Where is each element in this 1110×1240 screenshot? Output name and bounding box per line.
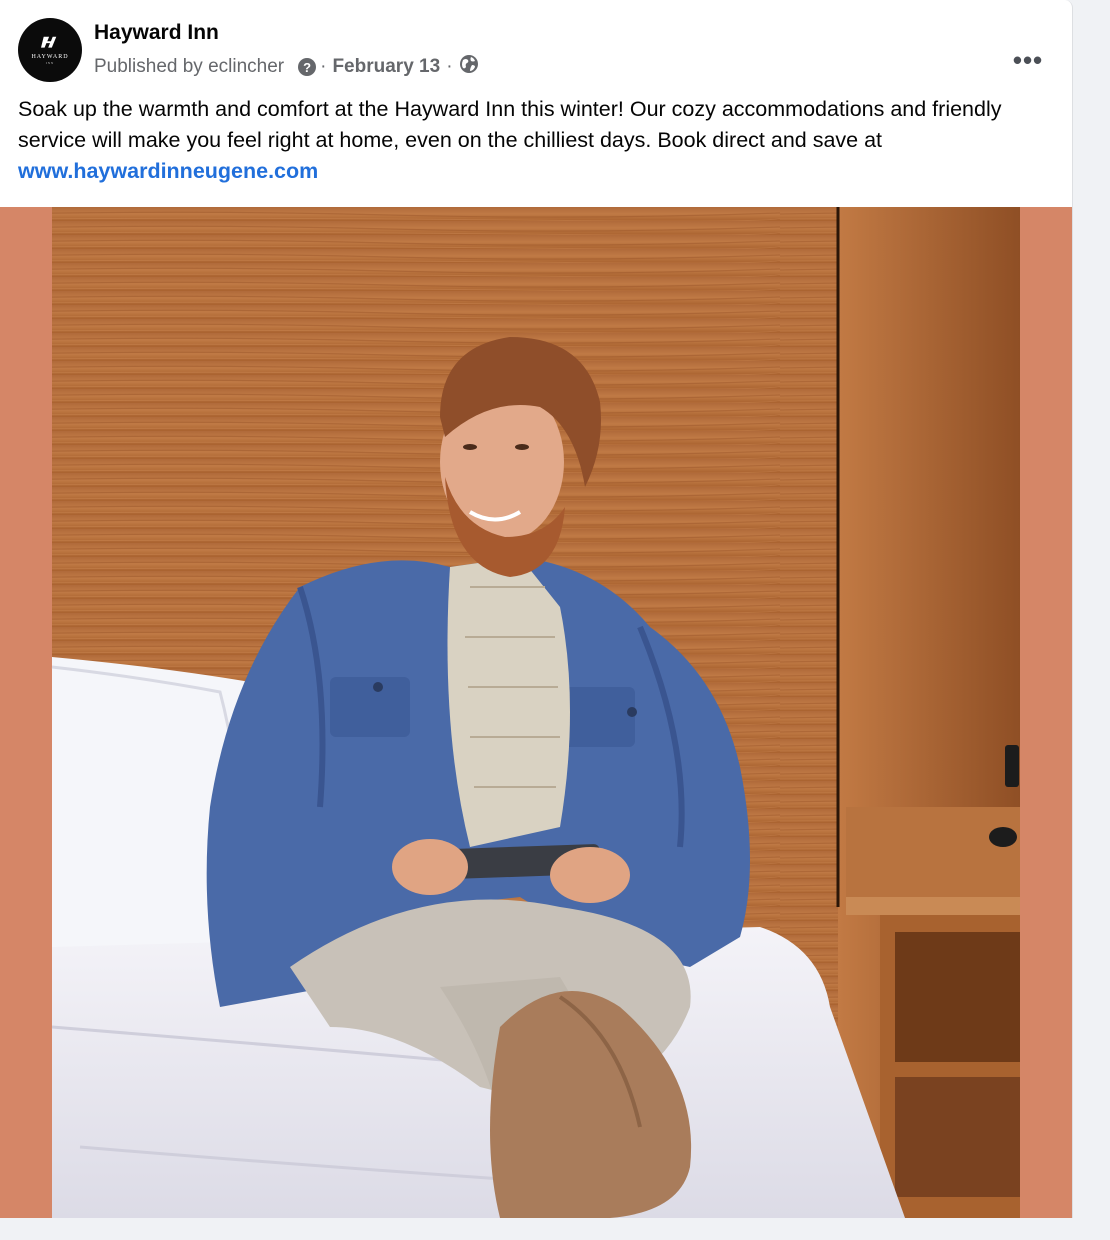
website-link[interactable]: www.haywardinneugene.com — [18, 159, 318, 183]
post-message: Soak up the warmth and comfort at the Ha… — [18, 94, 1058, 187]
avatar-sub-text: INN — [45, 61, 55, 65]
page-avatar[interactable]: HAYWARD INN — [18, 18, 82, 82]
meta-separator: · — [320, 56, 327, 77]
post-meta: Published by eclincher ? · February 13 · — [94, 54, 479, 80]
avatar-brand-text: HAYWARD — [31, 54, 69, 60]
meta-separator: · — [446, 56, 453, 77]
shirt — [447, 557, 570, 847]
post-header: HAYWARD INN Hayward Inn Published by ecl… — [18, 18, 1072, 88]
hayward-logo-icon — [41, 36, 57, 48]
more-options-icon[interactable]: ••• — [1010, 45, 1046, 75]
published-by-text: Published by eclincher — [94, 56, 285, 77]
question-mark-icon[interactable]: ? — [298, 58, 317, 76]
post-body-text: Soak up the warmth and comfort at the Ha… — [18, 97, 1002, 152]
page-name-link[interactable]: Hayward Inn — [94, 21, 219, 45]
post-card: HAYWARD INN Hayward Inn Published by ecl… — [0, 0, 1073, 1218]
post-date-link[interactable]: February 13 — [332, 56, 440, 78]
post-photo[interactable] — [0, 207, 1072, 1218]
globe-icon[interactable] — [459, 54, 479, 80]
